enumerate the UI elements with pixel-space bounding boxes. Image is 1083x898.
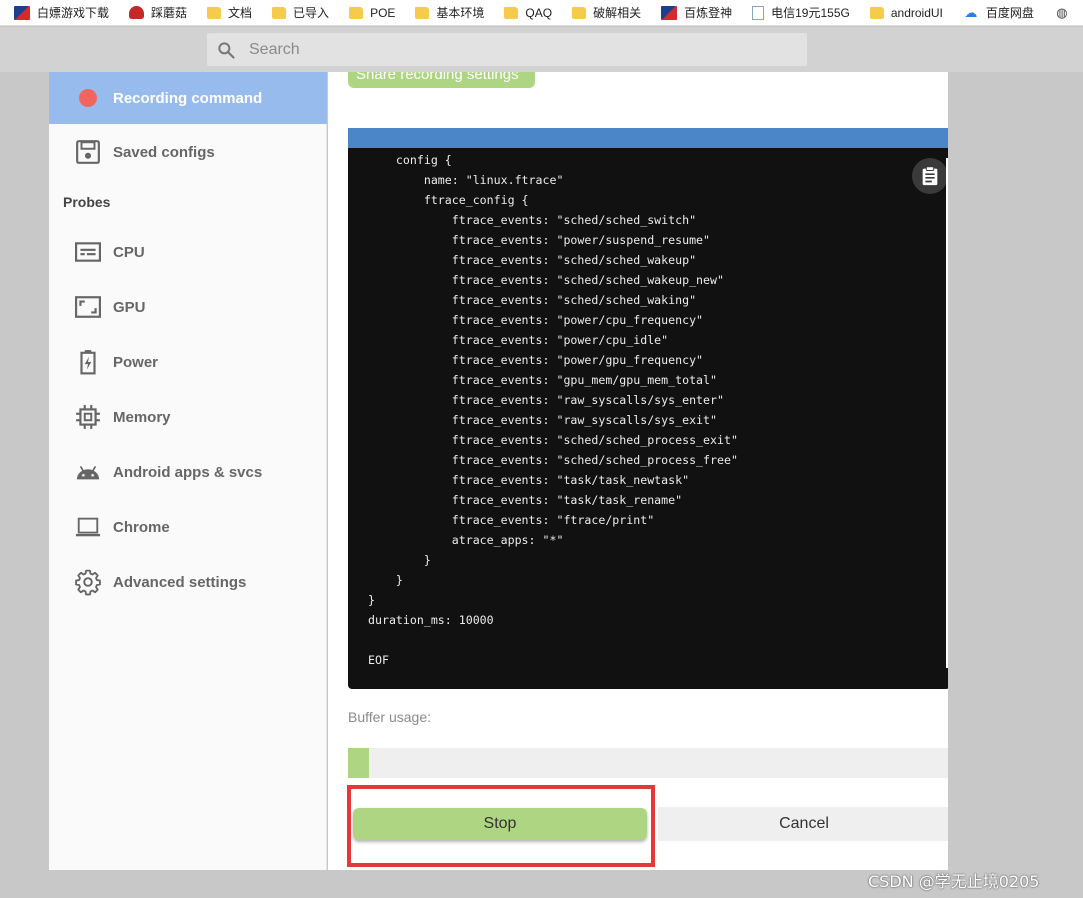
command-box-scrollbar[interactable] [946, 158, 948, 668]
sidebar-item-label: Android apps & svcs [113, 463, 263, 481]
cpu-icon [75, 239, 101, 265]
folder-icon [415, 6, 430, 19]
sidebar-item-label: Advanced settings [113, 573, 247, 591]
command-box-header [348, 128, 948, 148]
main-panel: Share recording settings config { name: … [328, 72, 948, 870]
sidebar-item-cpu[interactable]: CPU [49, 226, 327, 278]
folder-icon [504, 6, 519, 19]
sidebar-item-saved-configs[interactable]: Saved configs [49, 126, 327, 178]
bookmark-item[interactable]: 破解相关 [572, 4, 641, 21]
flag-favicon-icon [14, 5, 30, 20]
bookmark-item[interactable]: 基本环境 [415, 4, 484, 21]
sidebar-item-advanced-settings[interactable]: Advanced settings [49, 556, 327, 608]
sidebar-item-chrome[interactable]: Chrome [49, 501, 327, 553]
app-topbar [0, 27, 1083, 72]
sidebar: Recording command Saved configs Probes C… [49, 72, 327, 870]
record-dot-icon [75, 85, 101, 111]
bookmark-item[interactable]: ☁ 百度网盘 [963, 4, 1034, 21]
bookmark-label: POE [370, 5, 396, 20]
flag-favicon-icon [661, 5, 678, 20]
buffer-usage-label: Buffer usage: [348, 709, 432, 725]
folder-icon [207, 6, 222, 19]
bookmark-item[interactable]: androidUI [869, 5, 943, 20]
android-icon [75, 459, 101, 485]
buffer-usage-bar [348, 748, 948, 778]
sidebar-item-label: Saved configs [113, 143, 215, 161]
stop-button[interactable]: Stop [353, 808, 647, 840]
clipboard-icon [922, 166, 938, 186]
gpu-icon [75, 294, 101, 320]
floppy-disk-icon [75, 139, 101, 165]
memory-chip-icon [75, 404, 101, 430]
cancel-button[interactable]: Cancel [658, 807, 948, 841]
watermark: CSDN @学无止境0205 [868, 872, 1040, 891]
bookmark-label: 电信19元155G [771, 6, 850, 20]
folder-icon [349, 6, 364, 19]
bookmark-item[interactable]: 白嫖游戏下载 [14, 4, 109, 21]
bookmark-item[interactable]: 电信19元155G [752, 4, 850, 21]
document-favicon-icon [752, 5, 765, 20]
bookmark-label: 文档 [228, 6, 253, 20]
folder-icon [869, 6, 884, 19]
bookmark-item[interactable]: 百炼登神 [661, 4, 732, 21]
buffer-usage-fill [348, 748, 369, 778]
bookmark-label: 已导入 [293, 6, 330, 20]
bookmark-item[interactable]: 文档 [207, 4, 252, 21]
bookmark-label: 破解相关 [593, 6, 642, 20]
sidebar-item-label: CPU [113, 243, 145, 261]
bookmark-item[interactable]: 已导入 [272, 4, 329, 21]
sidebar-item-recording-command[interactable]: Recording command [49, 72, 327, 124]
sidebar-item-label: Power [113, 353, 159, 371]
sidebar-item-power[interactable]: Power [49, 336, 327, 388]
laptop-icon [75, 514, 101, 540]
battery-icon [75, 349, 101, 375]
cloud-favicon-icon: ☁ [964, 4, 978, 20]
probes-header: Probes [63, 194, 111, 210]
bookmark-label: 百度网盘 [985, 6, 1034, 20]
share-recording-settings-button[interactable]: Share recording settings [348, 72, 535, 88]
search-icon [218, 42, 235, 59]
copy-to-clipboard-button[interactable] [912, 158, 948, 194]
bookmark-item[interactable]: QAQ [504, 6, 552, 20]
search-input[interactable] [249, 33, 789, 66]
sidebar-item-label: Chrome [113, 518, 170, 536]
globe-icon: ◍ [1056, 4, 1068, 20]
mushroom-favicon-icon [129, 6, 145, 19]
bookmark-label: 白嫖游戏下载 [37, 6, 110, 20]
sidebar-item-label: Recording command [113, 89, 263, 107]
sidebar-item-android-apps[interactable]: Android apps & svcs [49, 446, 327, 498]
bookmark-item[interactable]: POE [349, 6, 395, 20]
bookmarks-bar: 白嫖游戏下载 踩蘑菇 文档 已导入 POE 基本环境 QAQ 破解相关 百炼登神… [0, 0, 1083, 26]
folder-icon [272, 6, 287, 19]
sidebar-item-memory[interactable]: Memory [49, 391, 327, 443]
bookmark-label: 踩蘑菇 [151, 6, 188, 20]
gear-icon [75, 569, 101, 596]
sidebar-item-label: GPU [113, 298, 146, 316]
bookmark-item[interactable]: 踩蘑菇 [129, 4, 187, 21]
sidebar-item-gpu[interactable]: GPU [49, 281, 327, 333]
bookmark-label: androidUI [890, 5, 943, 20]
bookmark-label: 基本环境 [436, 6, 485, 20]
recording-command-box: config { name: "linux.ftrace" ftrace_con… [348, 128, 948, 689]
bookmark-label: 百炼登神 [684, 6, 733, 20]
bookmark-item[interactable]: ◍ [1054, 4, 1077, 20]
bookmark-label: QAQ [525, 5, 553, 20]
recording-command-text: config { name: "linux.ftrace" ftrace_con… [368, 153, 738, 667]
folder-icon [572, 6, 587, 19]
search-box[interactable] [207, 33, 807, 66]
sidebar-item-label: Memory [113, 408, 171, 426]
